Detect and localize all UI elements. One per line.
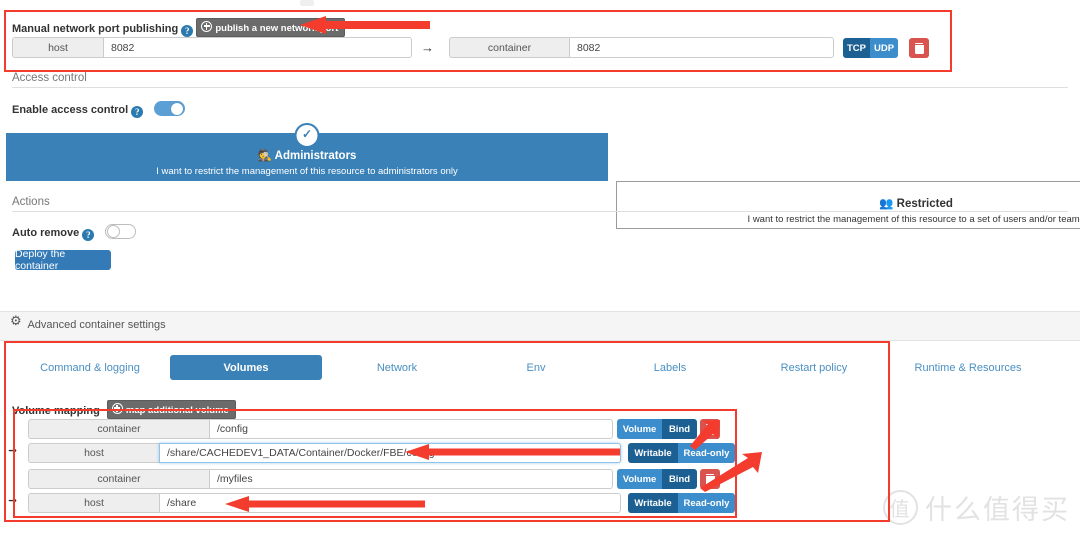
access-control-section: Access control Enable access control ? ✓… — [0, 70, 1080, 229]
plus-icon — [201, 21, 213, 32]
tab-network[interactable]: Network — [340, 355, 454, 380]
container-port-group: container 8082 — [449, 37, 834, 58]
trash-icon — [914, 42, 924, 54]
tab-command-and-logging[interactable]: Command & logging — [20, 355, 160, 380]
gear-icon — [10, 314, 22, 329]
protocol-tcp-button[interactable]: TCP — [843, 38, 870, 58]
host-port-addon-label: host — [12, 37, 103, 58]
map-additional-volume-button[interactable]: map additional volume — [106, 400, 236, 419]
access-card-administrators[interactable]: ✓ 🕵 Administrators I want to restrict th… — [6, 123, 608, 181]
enable-access-control-row: Enable access control ? — [12, 101, 186, 118]
volume-2-access-writable-button[interactable]: Writable — [628, 493, 678, 513]
administrators-icon: 🕵 — [257, 150, 272, 162]
container-port-addon-label: container — [449, 37, 569, 58]
enable-access-control-label: Enable access control — [12, 104, 129, 116]
volume-1-type-volume-button[interactable]: Volume — [617, 419, 662, 439]
volume-2-access-readonly-button[interactable]: Read-only — [678, 493, 735, 513]
volume-1-access-writable-button[interactable]: Writable — [628, 443, 678, 463]
volume-2-container-row: container /myfiles — [28, 469, 613, 489]
volume-2-container-input[interactable]: /myfiles — [209, 469, 613, 489]
port-mapping-arrow-icon: → — [421, 40, 434, 55]
delete-port-button[interactable] — [909, 38, 929, 58]
annotation-arrow-volume-2-host — [225, 496, 425, 512]
volume-1-type-group: Volume Bind — [617, 419, 697, 439]
check-icon: ✓ — [294, 123, 320, 148]
access-control-section-title: Access control — [12, 72, 1068, 88]
access-card-administrators-title: Administrators — [274, 150, 357, 162]
tab-volumes[interactable]: Volumes — [170, 355, 322, 380]
auto-remove-row: Auto remove ? — [12, 224, 137, 241]
deploy-container-button[interactable]: Deploy the container — [15, 248, 111, 272]
volume-1-host-addon-label: host — [28, 443, 159, 463]
map-additional-volume-label: map additional volume — [125, 405, 229, 416]
advanced-settings-header-row: Advanced container settings — [10, 314, 166, 331]
port-publishing-section: Manual network port publishing ? publish… — [0, 0, 1080, 72]
actions-section: Actions Auto remove ? Deploy the contain… — [0, 196, 1080, 281]
tab-restart-policy[interactable]: Restart policy — [757, 355, 871, 380]
help-icon[interactable]: ? — [181, 25, 194, 37]
host-port-input[interactable]: 8082 — [103, 37, 412, 58]
port-publishing-label: Manual network port publishing — [12, 23, 179, 35]
tab-labels[interactable]: Labels — [620, 355, 720, 380]
annotation-arrow-publish-port — [300, 16, 430, 34]
volume-mapping-label: Volume mapping — [12, 405, 100, 417]
advanced-settings-header[interactable]: Advanced container settings — [0, 311, 1080, 341]
toggle-knob — [107, 225, 121, 238]
watermark: 值 什么值得买 — [883, 488, 1070, 527]
help-icon[interactable]: ? — [82, 229, 95, 241]
host-port-group: host 8082 — [12, 37, 412, 58]
volume-2-type-volume-button[interactable]: Volume — [617, 469, 662, 489]
auto-remove-label: Auto remove — [12, 227, 80, 239]
volume-2-type-group: Volume Bind — [617, 469, 697, 489]
auto-remove-toggle[interactable] — [105, 224, 137, 239]
volume-2-host-addon-label: host — [28, 493, 159, 513]
volume-2-indicator-icon — [8, 494, 19, 507]
watermark-logo-icon: 值 — [883, 490, 918, 525]
access-card-administrators-subtitle: I want to restrict the management of thi… — [156, 166, 458, 177]
port-publishing-label-group: Manual network port publishing ? publish… — [12, 18, 346, 37]
annotation-arrow-volume-1-host — [405, 444, 620, 460]
volume-1-indicator-icon — [8, 444, 19, 457]
annotation-arrow-bind-row-1 — [690, 420, 720, 450]
volume-2-access-group: Writable Read-only — [628, 493, 735, 513]
annotation-arrow-bind-row-2 — [700, 452, 762, 492]
actions-section-title: Actions — [12, 196, 1068, 212]
volume-2-type-bind-button[interactable]: Bind — [662, 469, 697, 489]
toggle-knob — [171, 102, 184, 115]
advanced-settings-header-label: Advanced container settings — [27, 319, 166, 331]
volume-mapping-label-group: Volume mapping map additional volume — [12, 400, 236, 419]
advanced-settings-tabs: Command & logging Volumes Network Env La… — [0, 355, 1080, 381]
container-port-input[interactable]: 8082 — [569, 37, 834, 58]
volume-1-container-addon-label: container — [28, 419, 209, 439]
plus-icon — [111, 403, 123, 414]
protocol-udp-button[interactable]: UDP — [870, 38, 898, 58]
volume-1-container-row: container /config — [28, 419, 613, 439]
volume-1-container-input[interactable]: /config — [209, 419, 613, 439]
protocol-toggle-group: TCP UDP — [843, 38, 898, 58]
watermark-text: 什么值得买 — [925, 495, 1070, 526]
tab-env[interactable]: Env — [488, 355, 584, 380]
enable-access-control-toggle[interactable] — [154, 101, 186, 116]
tab-runtime-and-resources[interactable]: Runtime & Resources — [895, 355, 1041, 380]
help-icon[interactable]: ? — [131, 106, 144, 118]
volume-2-container-addon-label: container — [28, 469, 209, 489]
access-card-administrators-title-row: 🕵 Administrators — [7, 148, 607, 162]
